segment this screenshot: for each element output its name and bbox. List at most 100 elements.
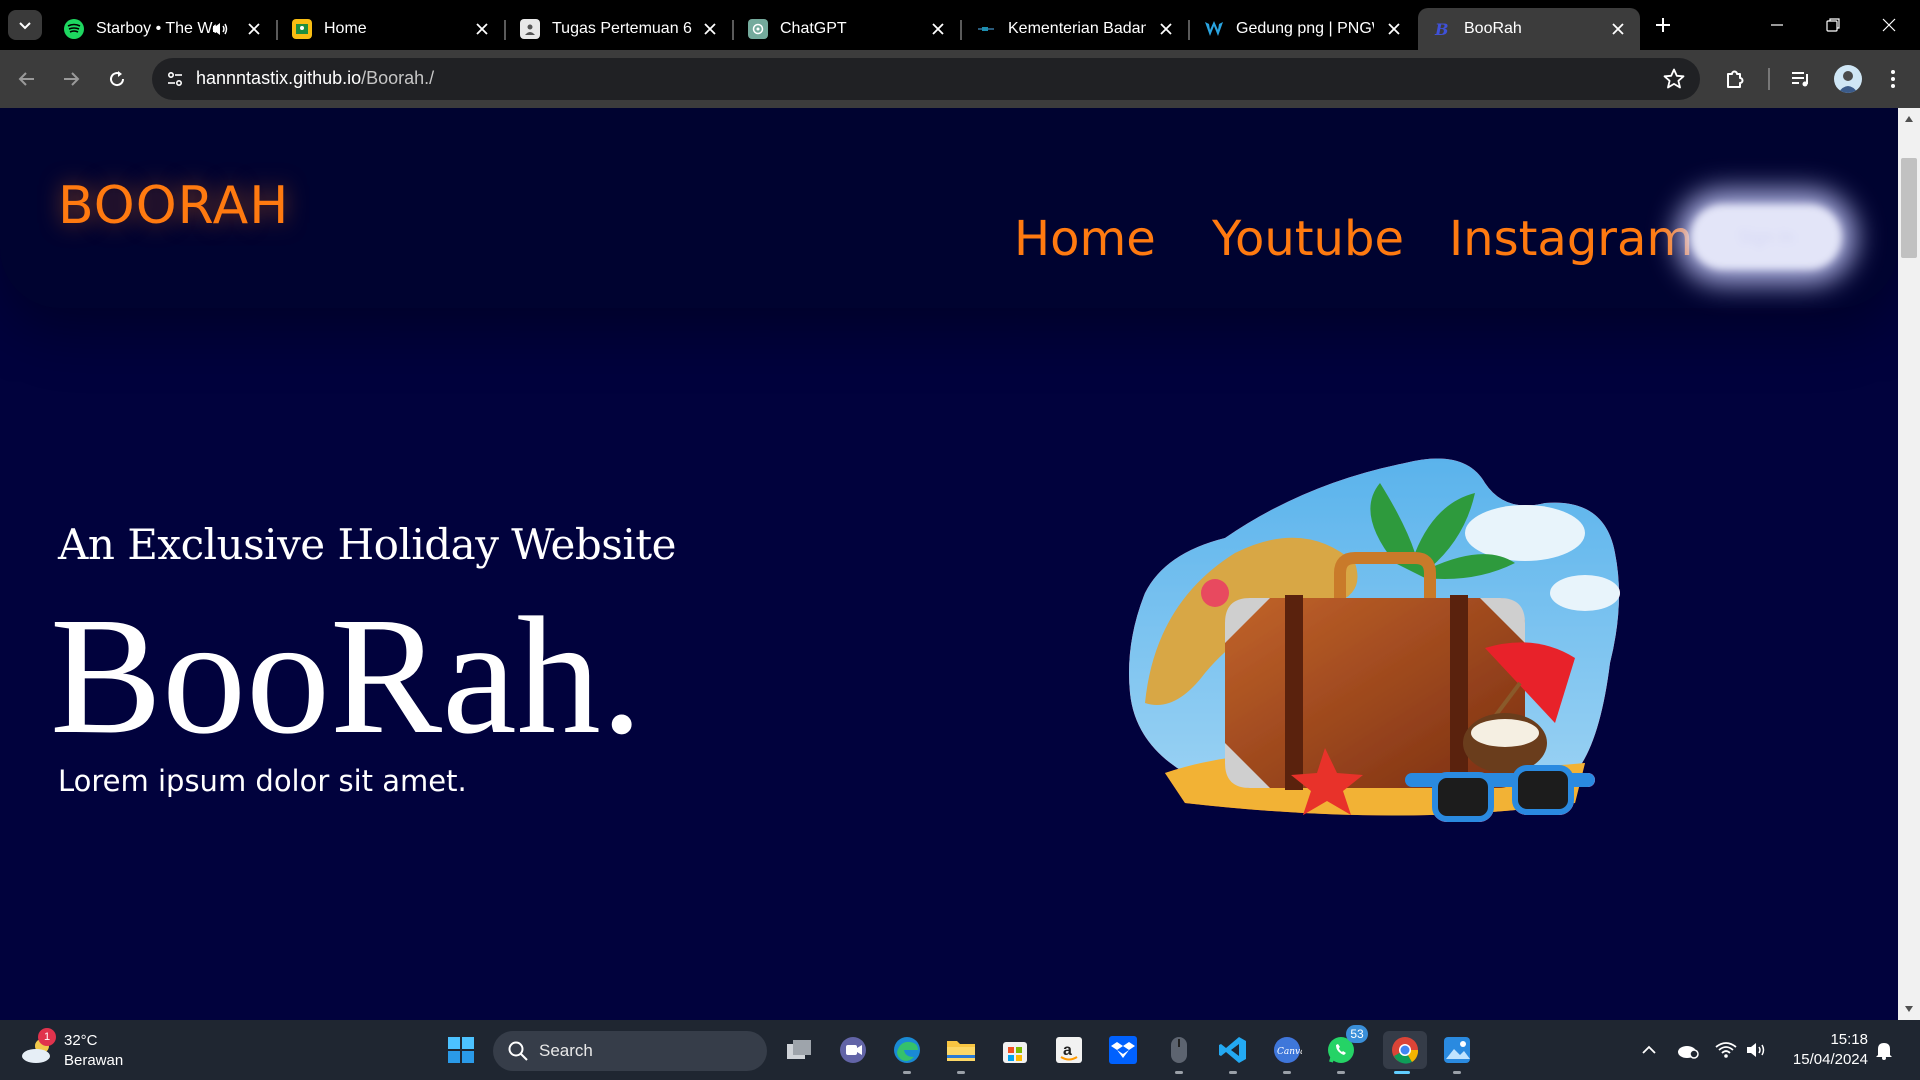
extensions-button[interactable]	[1720, 64, 1750, 94]
browser-menu-button[interactable]	[1878, 64, 1908, 94]
taskbar-whatsapp[interactable]: 53	[1322, 1025, 1368, 1074]
taskbar-dropbox[interactable]	[1104, 1031, 1142, 1069]
running-indicator	[1283, 1071, 1291, 1074]
sunglasses-lens	[1432, 772, 1494, 822]
nav-link-home[interactable]: Home	[1014, 211, 1156, 267]
weather-widget[interactable]: 1 32°C Berawan	[20, 1028, 160, 1072]
hero-text: Lorem ipsum dolor sit amet.	[58, 764, 467, 798]
folder-icon	[947, 1041, 975, 1061]
tab-pngwing[interactable]: Gedung png | PNGW	[1190, 8, 1416, 50]
cloud-sync-icon	[1678, 1046, 1699, 1059]
assignment-icon	[520, 19, 540, 39]
restore-icon	[1826, 18, 1840, 32]
volume-tray[interactable]	[1744, 1038, 1768, 1062]
running-indicator	[1175, 1071, 1183, 1074]
taskbar-search[interactable]: Search	[493, 1031, 767, 1071]
page-scrollbar[interactable]	[1898, 108, 1920, 1020]
tab-tugas[interactable]: Tugas Pertemuan 6	[506, 8, 734, 50]
restore-button[interactable]	[1820, 12, 1846, 38]
hero-subtitle: An Exclusive Holiday Website	[58, 520, 677, 569]
taskbar-file-explorer[interactable]	[942, 1031, 980, 1074]
profile-avatar[interactable]	[1834, 65, 1862, 93]
taskbar-teams[interactable]	[834, 1031, 872, 1069]
search-placeholder: Search	[539, 1041, 593, 1060]
site-info-icon[interactable]	[160, 64, 190, 94]
reload-button[interactable]	[102, 64, 132, 94]
address-bar[interactable]: hannntastix.github.io/Boorah./	[152, 58, 1700, 100]
tab-home[interactable]: Home	[278, 8, 506, 50]
svg-text:B: B	[1434, 20, 1449, 38]
taskbar-canva[interactable]: Canva	[1268, 1031, 1306, 1074]
hat-flower	[1201, 579, 1229, 607]
close-tab-icon[interactable]	[928, 19, 948, 39]
tab-title: Kementerian Badan U	[1008, 20, 1146, 37]
speaker-icon[interactable]	[210, 19, 230, 39]
forward-button[interactable]	[56, 64, 86, 94]
media-control-button[interactable]	[1786, 64, 1816, 94]
close-tab-icon[interactable]	[700, 19, 720, 39]
tab-boorah[interactable]: B BooRah	[1418, 8, 1640, 50]
scroll-up-arrow-icon[interactable]	[1898, 108, 1920, 130]
sign-in-button[interactable]: Sign In	[1690, 204, 1842, 270]
tab-title: ChatGPT	[780, 20, 847, 37]
taskbar-mouse-app[interactable]	[1160, 1031, 1198, 1074]
holiday-suitcase-illustration	[1129, 458, 1620, 822]
weather-alert-badge: 1	[38, 1028, 56, 1046]
running-indicator	[1453, 1071, 1461, 1074]
close-tab-icon[interactable]	[472, 19, 492, 39]
show-hidden-icons-button[interactable]	[1637, 1038, 1661, 1062]
puzzle-icon	[1727, 70, 1744, 88]
running-indicator	[1337, 1071, 1345, 1074]
coconut-flesh	[1471, 719, 1539, 747]
media-queue-icon	[1792, 72, 1808, 87]
tab-chatgpt[interactable]: ChatGPT	[734, 8, 962, 50]
scroll-down-arrow-icon[interactable]	[1898, 998, 1920, 1020]
amazon-icon: a	[1056, 1037, 1082, 1063]
close-tab-icon[interactable]	[1608, 19, 1628, 39]
taskbar-vscode[interactable]	[1214, 1031, 1252, 1074]
taskbar-microsoft-store[interactable]	[996, 1031, 1034, 1069]
close-tab-icon[interactable]	[1156, 19, 1176, 39]
chevron-up-icon	[1642, 1045, 1656, 1054]
tab-kementerian[interactable]: Kementerian Badan U	[962, 8, 1190, 50]
page-viewport: BOORAH Home Youtube Instagram Sign In An…	[0, 108, 1898, 1020]
canva-icon: Canva	[1274, 1037, 1302, 1063]
clock-date: 15/04/2024	[1792, 1051, 1868, 1068]
tab-search-button[interactable]	[8, 10, 42, 40]
clock-time: 15:18	[1830, 1031, 1868, 1048]
wifi-tray[interactable]	[1714, 1038, 1738, 1062]
arrow-right-icon	[64, 72, 80, 86]
tab-title: BooRah	[1464, 20, 1522, 37]
svg-text:a: a	[1063, 1042, 1072, 1059]
notifications-button[interactable]	[1872, 1038, 1896, 1062]
mouse-icon	[1171, 1037, 1187, 1063]
site-header: BOORAH Home Youtube Instagram Sign In	[0, 108, 1898, 308]
new-tab-button[interactable]	[1650, 12, 1676, 38]
taskbar-task-view[interactable]	[780, 1031, 818, 1069]
minimize-button[interactable]	[1764, 12, 1790, 38]
task-view-icon	[787, 1040, 811, 1059]
back-button[interactable]	[12, 64, 42, 94]
nav-link-youtube[interactable]: Youtube	[1212, 211, 1404, 267]
nav-link-instagram[interactable]: Instagram	[1449, 211, 1693, 267]
site-logo[interactable]: BOORAH	[58, 176, 289, 236]
close-tab-icon[interactable]	[1384, 19, 1404, 39]
start-button[interactable]	[442, 1031, 480, 1069]
tab-title: Starboy • The We	[96, 20, 216, 37]
browser-toolbar: hannntastix.github.io/Boorah./	[0, 50, 1920, 108]
taskbar-amazon[interactable]: a	[1050, 1031, 1088, 1069]
url-host: hannntastix.github.io	[196, 68, 362, 88]
close-window-button[interactable]	[1876, 12, 1902, 38]
taskbar-chrome[interactable]	[1383, 1031, 1427, 1074]
url-text[interactable]: hannntastix.github.io/Boorah./	[196, 68, 434, 89]
ministry-icon	[976, 19, 996, 39]
onedrive-tray[interactable]	[1676, 1038, 1700, 1062]
scroll-thumb[interactable]	[1901, 158, 1917, 258]
url-path: /Boorah./	[361, 68, 435, 88]
bookmark-star-icon[interactable]	[1662, 67, 1686, 91]
taskbar-clock[interactable]: 15:18 15/04/2024	[1788, 1030, 1868, 1070]
close-tab-icon[interactable]	[244, 19, 264, 39]
taskbar-edge[interactable]	[888, 1031, 926, 1074]
tab-spotify[interactable]: Starboy • The We	[50, 8, 278, 50]
taskbar-photos[interactable]	[1438, 1031, 1476, 1074]
